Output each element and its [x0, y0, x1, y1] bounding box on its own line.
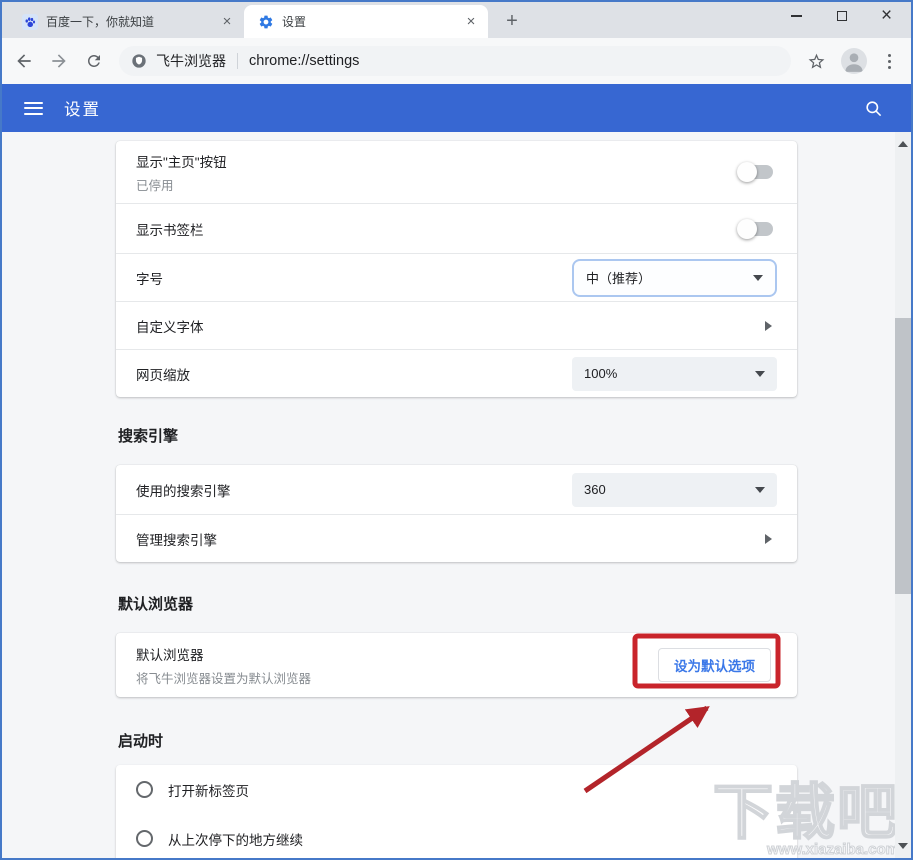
chevron-down-icon: [755, 487, 765, 493]
section-title-default-browser: 默认浏览器: [116, 595, 797, 615]
url-text: chrome://settings: [249, 53, 359, 69]
setting-label: 字号: [136, 268, 163, 288]
scrollbar-thumb[interactable]: [895, 318, 911, 594]
setting-row-customize-fonts[interactable]: 自定义字体: [116, 301, 797, 349]
appearance-card: 显示"主页"按钮 已停用 显示书签栏 字号 中（推荐）: [116, 141, 797, 397]
tab-baidu[interactable]: 百度一下，你就知道 ×: [8, 5, 244, 38]
select-value: 360: [584, 482, 606, 497]
setting-label: 默认浏览器: [136, 644, 311, 664]
browser-window: 百度一下，你就知道 × 设置 × + ×: [0, 0, 913, 860]
page-info-icon[interactable]: [131, 53, 147, 69]
search-icon[interactable]: [864, 99, 883, 118]
bookmark-star-icon[interactable]: [803, 48, 829, 74]
setting-label: 网页缩放: [136, 364, 190, 384]
select-value: 中（推荐）: [586, 268, 651, 287]
select-value: 100%: [584, 366, 617, 381]
settings-gear-icon: [258, 14, 274, 30]
search-engine-card: 使用的搜索引擎 360 管理搜索引擎: [116, 465, 797, 562]
settings-content: 显示"主页"按钮 已停用 显示书签栏 字号 中（推荐）: [2, 132, 911, 858]
radio-row-continue-where-left-off[interactable]: 从上次停下的地方继续: [116, 814, 797, 858]
radio-label: 从上次停下的地方继续: [168, 829, 303, 849]
toolbar-right: [803, 48, 903, 74]
address-bar[interactable]: 飞牛浏览器 chrome://settings: [119, 46, 791, 76]
set-as-default-button[interactable]: 设为默认选项: [658, 648, 771, 682]
menu-dots-icon[interactable]: [879, 48, 899, 74]
site-name-label: 飞牛浏览器: [156, 51, 226, 71]
setting-label: 自定义字体: [136, 316, 204, 336]
close-icon[interactable]: ×: [864, 2, 909, 30]
window-controls: ×: [774, 2, 909, 32]
setting-row-manage-search-engines[interactable]: 管理搜索引擎: [116, 514, 797, 562]
maximize-icon[interactable]: [819, 2, 864, 30]
setting-sublabel: 将飞牛浏览器设置为默认浏览器: [136, 668, 311, 687]
forward-icon[interactable]: [46, 48, 72, 74]
home-button-toggle[interactable]: [740, 165, 773, 179]
tab-title: 百度一下，你就知道: [46, 13, 218, 30]
baidu-paw-icon: [22, 14, 38, 30]
page-zoom-select[interactable]: 100%: [572, 357, 777, 391]
setting-row-page-zoom: 网页缩放 100%: [116, 349, 797, 397]
tab-close-icon[interactable]: ×: [218, 13, 236, 31]
chevron-down-icon: [755, 371, 765, 377]
subpage-arrow-icon: [765, 321, 772, 331]
back-icon[interactable]: [11, 48, 37, 74]
setting-label: 使用的搜索引擎: [136, 480, 231, 500]
scrollbar-down-icon[interactable]: [898, 843, 908, 849]
setting-row-search-engine-used: 使用的搜索引擎 360: [116, 465, 797, 514]
tab-close-icon[interactable]: ×: [462, 13, 480, 31]
default-browser-card: 默认浏览器 将飞牛浏览器设置为默认浏览器 设为默认选项: [116, 633, 797, 697]
scrollbar-up-icon[interactable]: [898, 141, 908, 147]
radio-row-open-new-tab[interactable]: 打开新标签页: [116, 765, 797, 814]
subpage-arrow-icon: [765, 534, 772, 544]
radio-button-icon[interactable]: [136, 781, 153, 798]
font-size-select[interactable]: 中（推荐）: [572, 259, 777, 297]
hamburger-menu-icon[interactable]: [24, 98, 43, 118]
section-title-on-startup: 启动时: [116, 732, 797, 752]
setting-row-show-home-button: 显示"主页"按钮 已停用: [116, 141, 797, 203]
tab-title: 设置: [282, 13, 462, 30]
setting-row-show-bookmarks-bar: 显示书签栏: [116, 203, 797, 253]
page-title: 设置: [64, 96, 101, 120]
chevron-down-icon: [753, 275, 763, 281]
setting-label: 显示书签栏: [136, 219, 204, 239]
scrollbar[interactable]: [895, 132, 911, 858]
radio-label: 打开新标签页: [168, 780, 249, 800]
setting-label: 管理搜索引擎: [136, 529, 217, 549]
setting-sublabel: 已停用: [136, 175, 227, 194]
section-title-search-engine: 搜索引擎: [116, 427, 797, 447]
reload-icon[interactable]: [81, 48, 107, 74]
browser-toolbar: 飞牛浏览器 chrome://settings: [2, 38, 911, 84]
settings-header: 设置: [2, 84, 911, 132]
new-tab-icon[interactable]: +: [500, 10, 524, 34]
avatar[interactable]: [841, 48, 867, 74]
setting-row-font-size: 字号 中（推荐）: [116, 253, 797, 301]
url-separator: [237, 53, 238, 69]
search-engine-select[interactable]: 360: [572, 473, 777, 507]
tab-strip: 百度一下，你就知道 × 设置 × + ×: [2, 2, 911, 38]
tab-settings[interactable]: 设置 ×: [244, 5, 488, 38]
setting-label: 显示"主页"按钮: [136, 151, 227, 171]
minimize-icon[interactable]: [774, 2, 819, 30]
bookmarks-bar-toggle[interactable]: [740, 222, 773, 236]
on-startup-card: 打开新标签页 从上次停下的地方继续: [116, 765, 797, 858]
setting-row-default-browser: 默认浏览器 将飞牛浏览器设置为默认浏览器 设为默认选项: [116, 633, 797, 697]
radio-button-icon[interactable]: [136, 830, 153, 847]
